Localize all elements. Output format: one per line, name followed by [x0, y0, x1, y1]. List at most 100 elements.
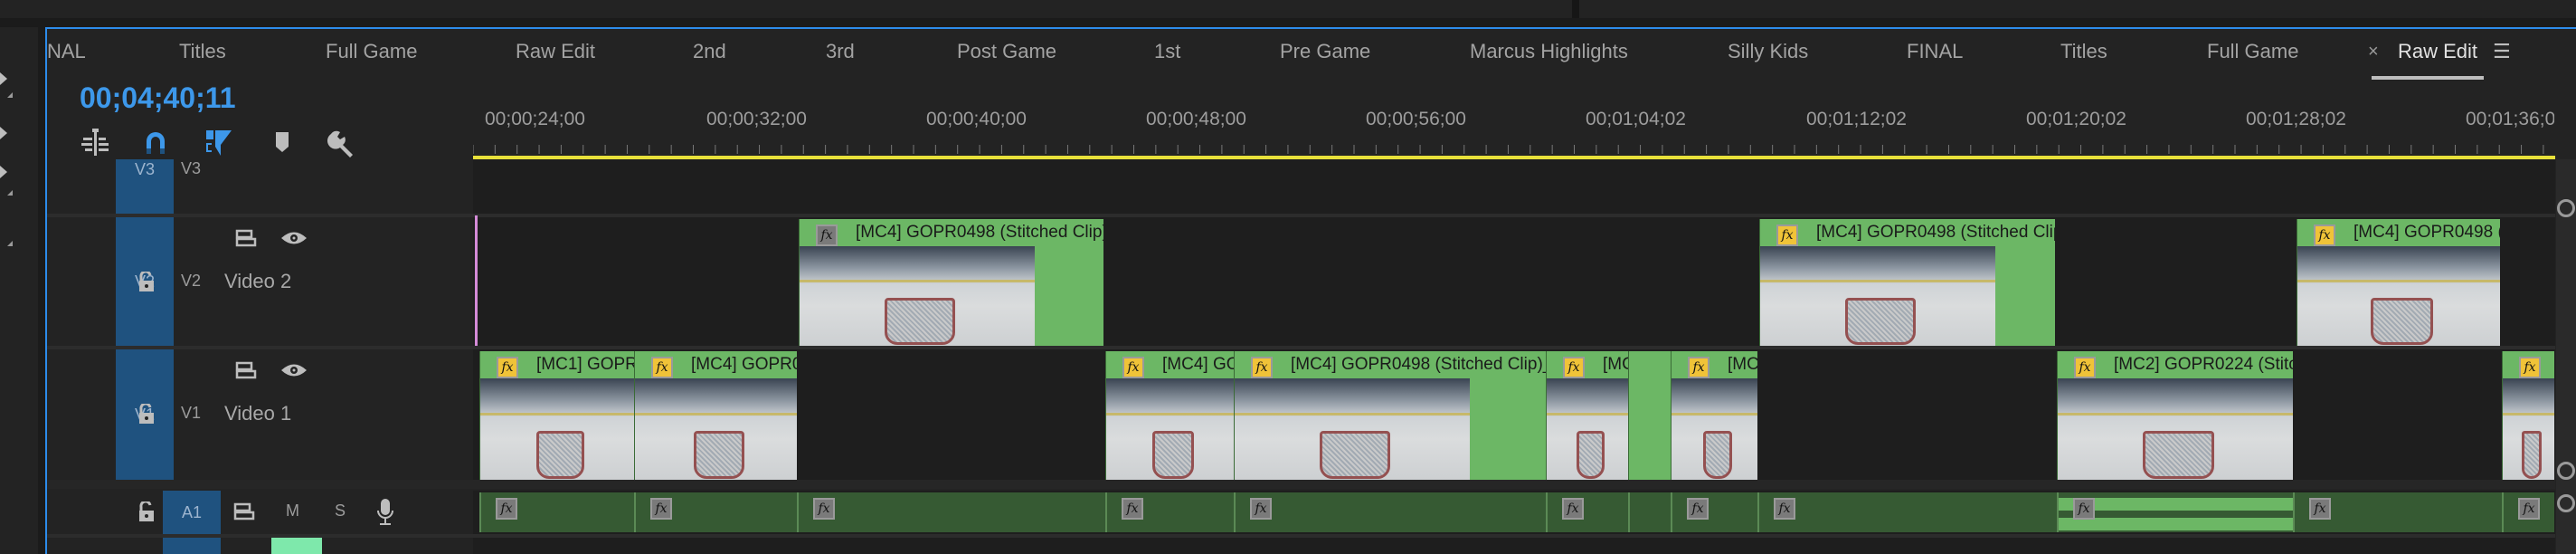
- fx-badge-icon[interactable]: fx: [1562, 498, 1584, 520]
- tab-3rd[interactable]: 3rd: [826, 38, 855, 65]
- track-target-v3[interactable]: V3: [116, 159, 174, 214]
- panel-menu-icon[interactable]: ☰: [2493, 38, 2511, 65]
- fx-badge-icon[interactable]: fx: [1774, 498, 1795, 520]
- video-clip[interactable]: fx [MC2] GOPR0224 (Stitche: [2057, 351, 2293, 480]
- solo-button-a1[interactable]: S: [335, 501, 346, 521]
- audio-scroll-handle[interactable]: [2557, 494, 2575, 512]
- fx-badge-icon[interactable]: fx: [1687, 498, 1709, 520]
- disclosure-arrow-icon[interactable]: [0, 127, 7, 139]
- video-clip[interactable]: fx [MC4] GOPR04: [634, 351, 797, 480]
- fx-badge-icon[interactable]: fx: [1250, 498, 1272, 520]
- audio-clip[interactable]: fx: [2293, 492, 2502, 532]
- insert-overwrite-sequence-icon[interactable]: [80, 127, 112, 159]
- fx-badge-icon[interactable]: fx: [496, 498, 517, 520]
- audio-clip[interactable]: fx: [479, 492, 634, 532]
- mute-button-a2-on[interactable]: [271, 538, 322, 554]
- disclosure-arrow-icon[interactable]: [0, 166, 7, 178]
- fx-badge-icon[interactable]: fx: [2309, 498, 2331, 520]
- track-name-v2[interactable]: Video 2: [224, 270, 291, 293]
- track-lock-icon[interactable]: [137, 272, 156, 291]
- fx-badge-icon[interactable]: fx: [1563, 357, 1585, 378]
- audio-clip[interactable]: fx: [2057, 492, 2293, 532]
- fx-badge-icon[interactable]: fx: [1251, 357, 1273, 378]
- tab-raw-edit[interactable]: Raw Edit: [516, 38, 595, 65]
- tab-1st[interactable]: 1st: [1154, 38, 1180, 65]
- panel-divider[interactable]: [1572, 0, 1579, 18]
- video-clip[interactable]: fx [MC4] GO: [1105, 351, 1234, 480]
- track-lock-icon[interactable]: [137, 404, 156, 424]
- track-a2-area[interactable]: [473, 538, 2555, 554]
- linked-selection-icon[interactable]: [203, 127, 235, 159]
- fx-badge-icon[interactable]: fx: [1688, 357, 1709, 378]
- track-target-a2[interactable]: [163, 538, 221, 554]
- scroll-handle-bottom[interactable]: [2557, 462, 2575, 480]
- audio-clip[interactable]: fx: [1671, 492, 1757, 532]
- tab-full-game[interactable]: Full Game: [326, 38, 417, 65]
- timeline-settings-wrench-icon[interactable]: [326, 127, 358, 159]
- track-a1-area[interactable]: fx fx fx fx fx fx fx fx fx fx fx: [473, 491, 2555, 534]
- tab-silly-kids[interactable]: Silly Kids: [1728, 38, 1808, 65]
- tab-post-game[interactable]: Post Game: [957, 38, 1056, 65]
- track-name-v1[interactable]: Video 1: [224, 402, 291, 425]
- tab-2nd[interactable]: 2nd: [693, 38, 726, 65]
- scroll-handle-top[interactable]: [2557, 199, 2575, 217]
- track-lock-icon[interactable]: [137, 501, 156, 521]
- fx-badge-icon[interactable]: fx: [2518, 498, 2540, 520]
- video-clip[interactable]: fx [MC4] GOPR0498 (Stitched Clip)_: [1759, 219, 2055, 346]
- track-target-a1[interactable]: A1: [163, 491, 221, 534]
- tab-final-truncated[interactable]: NAL: [47, 38, 86, 65]
- fx-badge-icon[interactable]: fx: [2314, 224, 2335, 246]
- video-clip[interactable]: fx: [2502, 351, 2554, 480]
- video-clip[interactable]: fx [MC: [1546, 351, 1628, 480]
- audio-clip[interactable]: fx: [1757, 492, 2057, 532]
- video-clip[interactable]: fx [MC4] GOPR0498 (Stitched Clip)_2: [799, 219, 1103, 346]
- fx-badge-icon[interactable]: fx: [2074, 357, 2096, 378]
- disclosure-arrow-icon[interactable]: [0, 72, 7, 85]
- fx-badge-icon[interactable]: fx: [1122, 498, 1143, 520]
- close-tab-icon[interactable]: ×: [2368, 38, 2379, 65]
- track-v1-area[interactable]: fx [MC1] GOPR0 fx [MC4] GOPR04 fx [MC4] GO fx […: [473, 349, 2555, 480]
- fx-badge-icon[interactable]: fx: [651, 357, 673, 378]
- voiceover-record-mic-icon[interactable]: [376, 498, 394, 527]
- add-marker-icon[interactable]: [266, 127, 298, 159]
- fx-badge-icon[interactable]: fx: [2519, 357, 2541, 378]
- video-clip[interactable]: fx [MC4: [1671, 351, 1757, 480]
- audio-clip[interactable]: fx: [2502, 492, 2554, 532]
- track-v3-area[interactable]: [473, 159, 2555, 214]
- video-clip[interactable]: fx [MC4] GOPR0498 (Stitched Clip)_2: [1234, 351, 1546, 480]
- tab-titles[interactable]: Titles: [179, 38, 226, 65]
- fx-badge-icon[interactable]: fx: [813, 498, 835, 520]
- video-clip[interactable]: [1628, 351, 1671, 480]
- video-audio-divider[interactable]: [47, 480, 2555, 489]
- audio-clip[interactable]: fx: [634, 492, 797, 532]
- fx-badge-icon[interactable]: fx: [816, 224, 838, 246]
- toggle-track-output-eye-icon[interactable]: [280, 230, 308, 246]
- audio-clip[interactable]: [1628, 492, 1671, 532]
- sync-lock-icon[interactable]: [235, 228, 259, 248]
- tab-final[interactable]: FINAL: [1907, 38, 1963, 65]
- video-clip[interactable]: fx [MC4] GOPR0498 (S: [2297, 219, 2500, 346]
- playhead-line[interactable]: [475, 215, 478, 346]
- tab-full-game-2[interactable]: Full Game: [2207, 38, 2298, 65]
- fx-badge-icon[interactable]: fx: [650, 498, 672, 520]
- fx-badge-icon[interactable]: fx: [497, 357, 518, 378]
- mute-button-a1[interactable]: M: [286, 501, 299, 521]
- sync-lock-icon[interactable]: [235, 360, 259, 380]
- audio-clip[interactable]: fx: [1105, 492, 1234, 532]
- snap-magnet-icon[interactable]: [139, 127, 172, 159]
- audio-clip[interactable]: fx: [797, 492, 1105, 532]
- audio-clip[interactable]: fx: [1234, 492, 1546, 532]
- toggle-track-output-eye-icon[interactable]: [280, 362, 308, 378]
- video-clip[interactable]: fx [MC1] GOPR0: [479, 351, 634, 480]
- vertical-zoom-scrollbar[interactable]: [2556, 159, 2576, 554]
- track-v2-area[interactable]: fx [MC4] GOPR0498 (Stitched Clip)_2 fx [MC4…: [473, 217, 2555, 346]
- tab-titles-2[interactable]: Titles: [2060, 38, 2107, 65]
- fx-badge-icon[interactable]: fx: [2073, 498, 2095, 520]
- fx-badge-icon[interactable]: fx: [1122, 357, 1144, 378]
- tab-raw-edit-active[interactable]: Raw Edit: [2398, 38, 2477, 65]
- tab-pre-game[interactable]: Pre Game: [1280, 38, 1370, 65]
- fx-badge-icon[interactable]: fx: [1776, 224, 1798, 246]
- tab-marcus-highlights[interactable]: Marcus Highlights: [1470, 38, 1628, 65]
- playhead-timecode[interactable]: 00;04;40;11: [80, 81, 236, 115]
- audio-clip[interactable]: fx: [1546, 492, 1628, 532]
